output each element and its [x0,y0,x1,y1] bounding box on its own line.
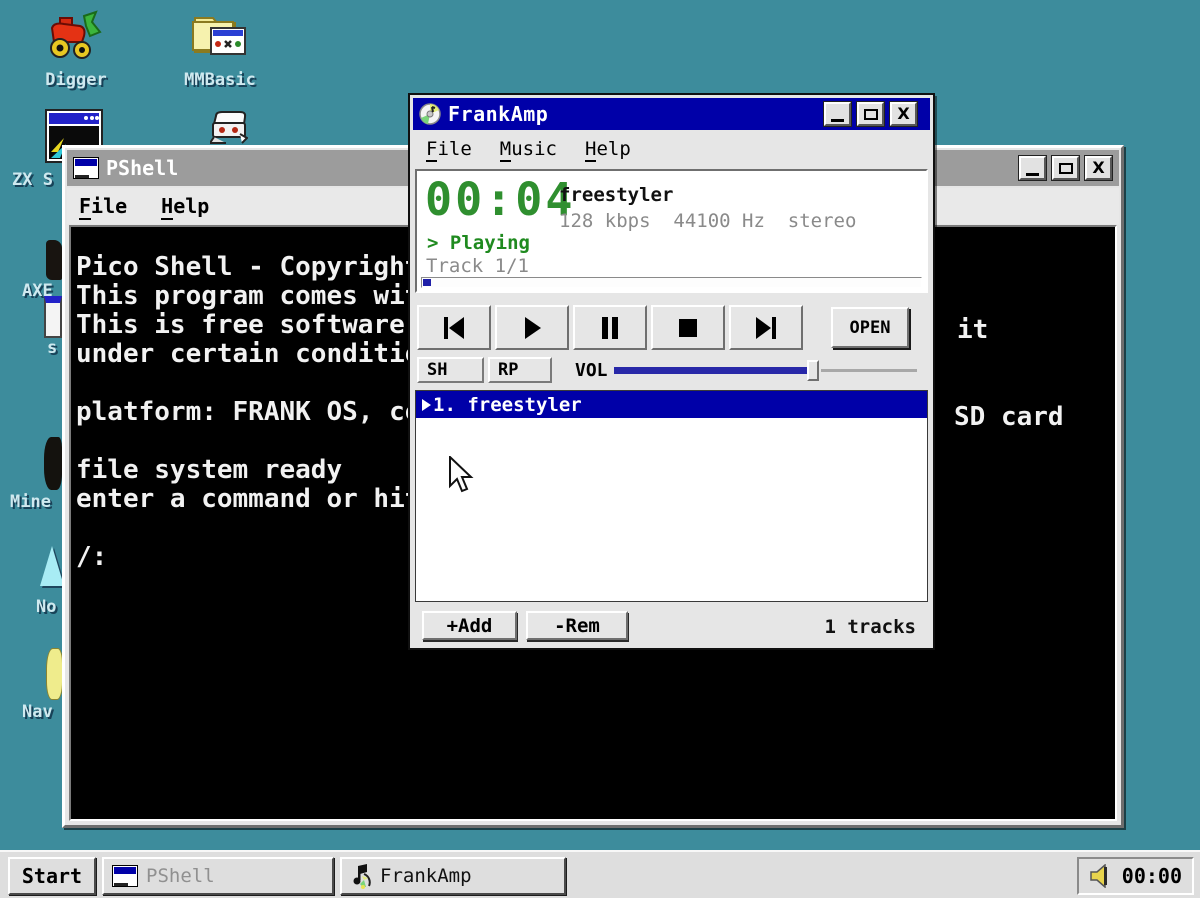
desktop-icon-label-no[interactable]: No [36,597,56,617]
repeat-toggle[interactable]: RP [488,357,552,383]
seek-bar[interactable] [421,277,922,288]
pause-button[interactable] [573,305,647,350]
frankamp-menu-music[interactable]: Music [500,138,557,160]
pshell-menu-help[interactable]: Help [161,194,209,218]
play-icon [519,315,545,341]
desktop-icon-label-s[interactable]: s [47,338,57,358]
desktop-icon-mmbasic[interactable]: MMBasic [176,8,264,90]
pause-icon [597,315,623,341]
pshell-close-button[interactable]: X [1085,156,1112,180]
close-icon: X [897,106,909,122]
desktop-icon-label: Digger [36,70,116,90]
stop-button[interactable] [651,305,725,350]
desktop-icon-label-mine[interactable]: Mine [10,492,51,512]
previous-icon [441,315,467,341]
terminal-line-fragment: SD card [954,402,1064,432]
playlist-footer: +Add -Rem 1 tracks [413,606,930,645]
mine-icon[interactable] [44,437,62,490]
pshell-window-icon [73,157,99,179]
pshell-title: PShell [106,156,178,180]
taskbar-task-pshell[interactable]: PShell [102,857,334,895]
sail-icon[interactable] [40,546,64,586]
volume-slider[interactable] [614,357,914,383]
playback-status: > Playing [427,232,530,254]
add-track-button[interactable]: +Add [422,611,517,640]
start-button[interactable]: Start [8,857,96,895]
next-button[interactable] [729,305,803,350]
frankamp-display: 00:04 freestyler 128 kbps 44100 Hz stere… [415,169,928,293]
play-button[interactable] [495,305,569,350]
frankamp-window[interactable]: FrankAmp X File Music Help 00:04 freesty… [408,93,935,650]
next-icon [753,315,779,341]
frankamp-menu-file[interactable]: File [426,138,472,160]
playback-time: 00:04 [425,173,575,226]
minimize-icon [1026,173,1039,176]
speaker-icon[interactable] [1089,864,1113,888]
track-position: Track 1/1 [426,255,529,277]
remove-track-button[interactable]: -Rem [526,611,628,640]
pshell-window-icon [112,865,138,887]
shuffle-toggle[interactable]: SH [417,357,484,383]
transport-controls [417,305,803,350]
playlist-item-text: 1. freestyler [433,394,582,416]
track-title: freestyler [559,184,673,206]
seek-bar-progress [423,279,431,286]
pshell-menu-file[interactable]: File [79,194,127,218]
printer-icon[interactable] [210,110,248,144]
playlist-item-selected[interactable]: 1. freestyler [416,391,927,418]
folder-app-icon [189,8,251,62]
desktop-icon-digger[interactable]: Digger [36,10,116,90]
desktop-icon-label-nav[interactable]: Nav [22,702,53,722]
track-count: 1 tracks [824,616,916,638]
volume-track [821,369,917,372]
taskbar-clock[interactable]: 00:00 [1122,864,1182,888]
system-tray: 00:00 [1077,857,1194,895]
stream-info: 128 kbps 44100 Hz stereo [559,210,856,232]
open-button[interactable]: OPEN [831,307,909,348]
frankamp-menu-help[interactable]: Help [585,138,631,160]
frankamp-minimize-button[interactable] [824,102,851,126]
cd-disc-icon [418,102,442,126]
maximize-icon [864,109,878,120]
taskbar-task-frankamp[interactable]: FrankAmp [340,857,566,895]
pshell-minimize-button[interactable] [1019,156,1046,180]
window-doc-icon[interactable] [44,296,62,338]
playlist[interactable]: 1. freestyler [415,390,928,602]
previous-button[interactable] [417,305,491,350]
close-icon: X [1092,160,1104,176]
mouse-cursor [448,456,474,494]
frankamp-title: FrankAmp [448,102,548,126]
taskbar: Start PShell FrankAmp 00:00 [0,850,1200,898]
pshell-maximize-button[interactable] [1052,156,1079,180]
digger-icon [46,10,106,62]
desktop-icon-label: MMBasic [176,70,264,90]
terminal-line-fragment: it [957,315,988,345]
frankamp-menubar: File Music Help [413,132,930,165]
nav-icon[interactable] [46,648,63,700]
volume-fill [614,367,810,374]
axe-icon[interactable] [46,240,62,280]
volume-label: VOL [575,360,608,381]
minimize-icon [831,119,844,122]
frankamp-titlebar[interactable]: FrankAmp X [413,98,930,130]
frankamp-maximize-button[interactable] [857,102,884,126]
volume-thumb[interactable] [807,360,819,381]
frankamp-close-button[interactable]: X [890,102,917,126]
stop-icon [675,315,701,341]
now-playing-icon [422,399,431,411]
maximize-icon [1059,163,1073,174]
desktop-icon-label-zx[interactable]: ZX S [12,170,53,190]
music-note-cd-icon [350,862,376,890]
